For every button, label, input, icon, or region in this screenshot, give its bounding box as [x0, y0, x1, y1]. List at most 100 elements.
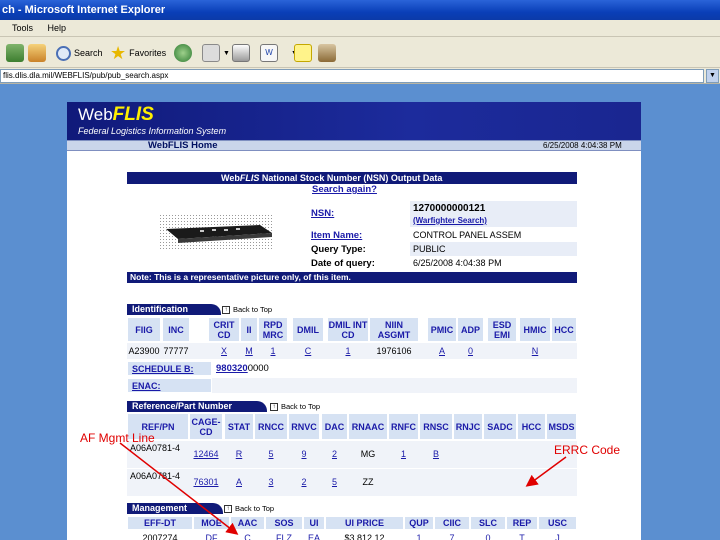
id-header-8: PMIC	[427, 317, 457, 342]
schedule-b-label[interactable]: SCHEDULE B:	[127, 361, 212, 376]
toolbar: Search ★Favorites ▼ W▼	[0, 37, 720, 68]
ref-header-12: MSDS	[546, 413, 577, 440]
id-value-0: A23900	[128, 346, 160, 356]
refresh-button[interactable]	[6, 43, 27, 63]
mgmt-value-8[interactable]: 0	[470, 533, 506, 540]
mgmt-header-3: SOS	[265, 516, 303, 530]
item-name-label[interactable]: Item Name:	[311, 230, 362, 241]
identification-heading: Identification	[127, 304, 221, 315]
up-arrow-icon: ↑	[270, 402, 278, 411]
ref-header-5: DAC	[321, 413, 348, 440]
mgmt-value-5: $3,812.12	[344, 533, 385, 540]
mgmt-value-1[interactable]: DF	[193, 533, 230, 540]
ref-cell[interactable]: 9	[288, 449, 320, 459]
favorites-button[interactable]: ★ Favorites	[110, 43, 166, 63]
mgmt-value-6[interactable]: 1	[404, 533, 434, 540]
id-value-6[interactable]: 1	[327, 346, 369, 356]
query-type-label: Query Type:	[311, 244, 366, 255]
ref-cell[interactable]: 76301	[189, 477, 223, 487]
mgmt-value-9[interactable]: T	[506, 533, 538, 540]
output-heading: WebFLIS National Stock Number (NSN) Outp…	[127, 172, 577, 184]
refresh-icon	[6, 44, 24, 62]
warfighter-search-link[interactable]: (Warfighter Search)	[413, 216, 487, 225]
id-header-2: CRIT CD	[208, 317, 240, 342]
id-header-6: DMIL INT CD	[327, 317, 369, 342]
up-arrow-icon: ↑	[224, 504, 232, 513]
query-type-value: PUBLIC	[413, 244, 446, 254]
chevron-down-icon: ▼	[223, 49, 230, 57]
mgmt-header-7: CIIC	[434, 516, 470, 530]
ref-header-7: RNFC	[388, 413, 419, 440]
mgmt-value-0: 2007274	[142, 533, 178, 540]
ref-cell[interactable]: 5	[254, 449, 288, 459]
ref-cell[interactable]: A	[224, 477, 254, 487]
mgmt-value-4[interactable]: EA	[303, 533, 325, 540]
discuss-button[interactable]	[294, 43, 315, 63]
ref-header-1: CAGE-CD	[189, 413, 223, 440]
id-value-2[interactable]: X	[208, 346, 240, 356]
mgmt-header-5: UI PRICE	[325, 516, 404, 530]
ref-cell[interactable]: 2	[321, 449, 348, 459]
search-button[interactable]: Search	[56, 43, 103, 63]
address-dropdown-button[interactable]: ▼	[706, 69, 719, 83]
header-datetime: 6/25/2008 4:04:38 PM	[543, 141, 622, 150]
mgmt-value-10[interactable]: J	[538, 533, 577, 540]
window-title-bar: ch - Microsoft Internet Explorer	[0, 0, 720, 20]
id-header-1: INC	[162, 317, 190, 342]
ref-header-2: STAT	[224, 413, 254, 440]
id-value-9[interactable]: 0	[457, 346, 484, 356]
ref-header-3: RNCC	[254, 413, 288, 440]
ref-cell: A06A0781-4	[130, 471, 181, 481]
id-header-0: FIIG	[127, 317, 161, 342]
up-arrow-icon: ↑	[222, 305, 230, 314]
product-picture	[160, 215, 274, 249]
ref-cell[interactable]: 2	[288, 477, 320, 487]
id-value-8[interactable]: A	[427, 346, 457, 356]
id-header-7: NIIN ASGMT	[369, 317, 419, 342]
webflis-logo: WebFLIS	[78, 104, 154, 125]
search-icon	[56, 45, 71, 61]
ref-cell[interactable]: 5	[321, 477, 348, 487]
id-value-5[interactable]: C	[292, 346, 324, 356]
research-button[interactable]	[318, 43, 339, 63]
webflis-home-link[interactable]: WebFLIS Home	[148, 140, 218, 151]
id-value-3[interactable]: M	[240, 346, 258, 356]
id-header-5: DMIL	[292, 317, 324, 342]
id-value-4[interactable]: 1	[258, 346, 288, 356]
mgmt-value-7[interactable]: 7	[434, 533, 470, 540]
id-header-3: II	[240, 317, 258, 342]
back-to-top-link[interactable]: ↑ Back to Top	[270, 402, 320, 411]
ref-cell[interactable]: R	[224, 449, 254, 459]
reference-part-number-heading: Reference/Part Number	[127, 401, 267, 412]
id-value-11[interactable]: N	[519, 346, 551, 356]
id-value-7: 1976106	[376, 346, 412, 356]
search-again-link[interactable]: Search again?	[312, 184, 377, 195]
id-value-1: 77777	[163, 346, 189, 356]
errc-code-annotation: ERRC Code	[554, 443, 621, 457]
schedule-b-link[interactable]: 980320	[216, 363, 248, 374]
nsn-value: 1270000000121	[413, 203, 486, 214]
menu-item-tools[interactable]: Tools	[12, 23, 33, 33]
ref-cell[interactable]: 3	[254, 477, 288, 487]
address-input[interactable]: flis.dlis.dla.mil/WEBFLIS/pub/pub_search…	[0, 69, 704, 83]
menu-item-help[interactable]: Help	[48, 23, 67, 33]
ref-cell[interactable]: 12464	[189, 449, 223, 459]
mgmt-value-3[interactable]: FLZ	[265, 533, 303, 540]
enac-label[interactable]: ENAC:	[127, 378, 212, 393]
ref-header-6: RNAAC	[348, 413, 388, 440]
back-to-top-link[interactable]: ↑ Back to Top	[222, 305, 272, 314]
ref-cell[interactable]: B	[419, 449, 453, 459]
nsn-label[interactable]: NSN:	[311, 208, 334, 219]
mail-button[interactable]: ▼	[202, 43, 230, 63]
research-icon	[318, 44, 336, 62]
ref-cell: ZZ	[362, 477, 374, 487]
ref-cell[interactable]: 1	[388, 449, 419, 459]
back-to-top-link[interactable]: ↑ Back to Top	[224, 504, 274, 513]
home-button[interactable]	[28, 43, 49, 63]
ref-header-4: RNVC	[288, 413, 320, 440]
print-button[interactable]	[232, 43, 253, 63]
mgmt-header-9: REP	[506, 516, 538, 530]
mgmt-value-2[interactable]: C	[230, 533, 265, 540]
history-button[interactable]	[174, 43, 195, 63]
edit-button[interactable]: W▼	[260, 43, 298, 63]
